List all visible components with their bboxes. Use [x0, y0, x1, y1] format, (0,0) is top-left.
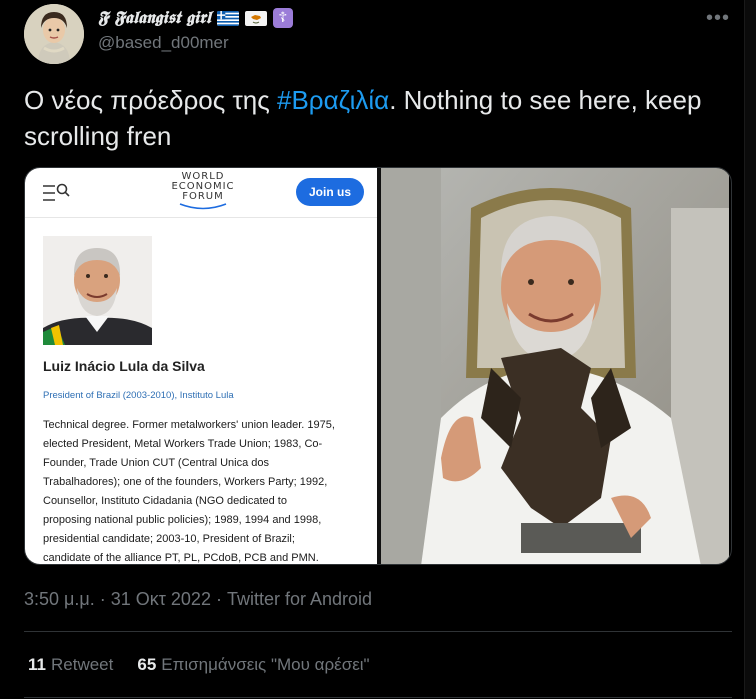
wef-logo-line3: FORUM: [182, 191, 224, 202]
tweet-stats: 11 Retweet 65 Επισημάνσεις "Μου αρέσει": [28, 655, 370, 675]
bio-line: elected President, Metal Workers Trade U…: [43, 438, 323, 450]
wef-header: WORLD ECONOMIC FORUM Join us: [25, 168, 377, 218]
wef-arc-icon: [179, 203, 227, 210]
person-bio: Technical degree. Former metalworkers' u…: [43, 416, 367, 564]
tweet-timestamp[interactable]: 3:50 μ.μ. · 31 Οκτ 2022 · Twitter for An…: [24, 589, 372, 610]
author-handle[interactable]: @based_d00mer: [98, 33, 229, 53]
bio-line: presidential candidate; 2003-10, Preside…: [43, 533, 295, 545]
divider: [24, 697, 732, 698]
author-name-row: 𝕱 𝕱𝖆𝖑𝖆𝖓𝖌𝖎𝖘𝖙 𝖌𝖎𝖗𝖑 ☦: [98, 6, 293, 30]
divider: [24, 631, 732, 632]
profile-photo: [43, 236, 152, 345]
person-role: President of Brazil (2003-2010), Institu…: [43, 390, 234, 401]
greece-flag-icon: [216, 10, 239, 26]
bio-line: Founder, Trade Union CUT (Central Unica …: [43, 457, 270, 469]
hashtag-link[interactable]: #Βραζιλία: [277, 85, 389, 115]
retweets-stat[interactable]: 11 Retweet: [28, 655, 113, 675]
photo-man-with-statue-image[interactable]: [381, 168, 731, 564]
bio-line: Technical degree. Former metalworkers' u…: [43, 419, 335, 431]
tweet-text: Ο νέος πρόεδρος της #Βραζιλία. Nothing t…: [24, 82, 724, 154]
bio-line: Trabalhadores); one of the founders, Wor…: [43, 476, 328, 488]
retweets-count: 11: [28, 655, 46, 674]
bio-line: Counsellor, Instituto Cidadania (NGO ded…: [43, 495, 287, 507]
more-options-button[interactable]: •••: [706, 7, 730, 30]
wef-logo: WORLD ECONOMIC FORUM: [165, 172, 241, 211]
likes-stat[interactable]: 65 Επισημάνσεις "Μου αρέσει": [137, 655, 369, 675]
author-display-name[interactable]: 𝕱 𝕱𝖆𝖑𝖆𝖓𝖌𝖎𝖘𝖙 𝖌𝖎𝖗𝖑: [98, 8, 211, 28]
menu-search-icon: [43, 183, 70, 201]
scrollbar[interactable]: [744, 0, 756, 699]
person-name: Luiz Inácio Lula da Silva: [43, 358, 205, 374]
bio-line: proposing national public policies); 198…: [43, 514, 322, 526]
avatar[interactable]: [24, 4, 84, 64]
tweet: 𝕱 𝕱𝖆𝖑𝖆𝖓𝖌𝖎𝖘𝖙 𝖌𝖎𝖗𝖑 ☦ @based_d00mer ••• Ο ν…: [0, 0, 756, 699]
cyprus-flag-icon: [244, 10, 267, 26]
tweet-text-before: Ο νέος πρόεδρος της: [24, 85, 277, 115]
retweets-label: Retweet: [50, 655, 114, 674]
orthodox-cross-icon: ☦: [272, 8, 293, 28]
bio-line: candidate of the alliance PT, PL, PCdoB,…: [43, 552, 319, 564]
wef-screenshot-image[interactable]: WORLD ECONOMIC FORUM Join us Luiz Inácio…: [25, 168, 377, 564]
tweet-media[interactable]: WORLD ECONOMIC FORUM Join us Luiz Inácio…: [24, 167, 732, 565]
join-us-button: Join us: [296, 178, 364, 206]
likes-count: 65: [137, 655, 157, 674]
likes-label: Επισημάνσεις "Μου αρέσει": [161, 655, 370, 674]
